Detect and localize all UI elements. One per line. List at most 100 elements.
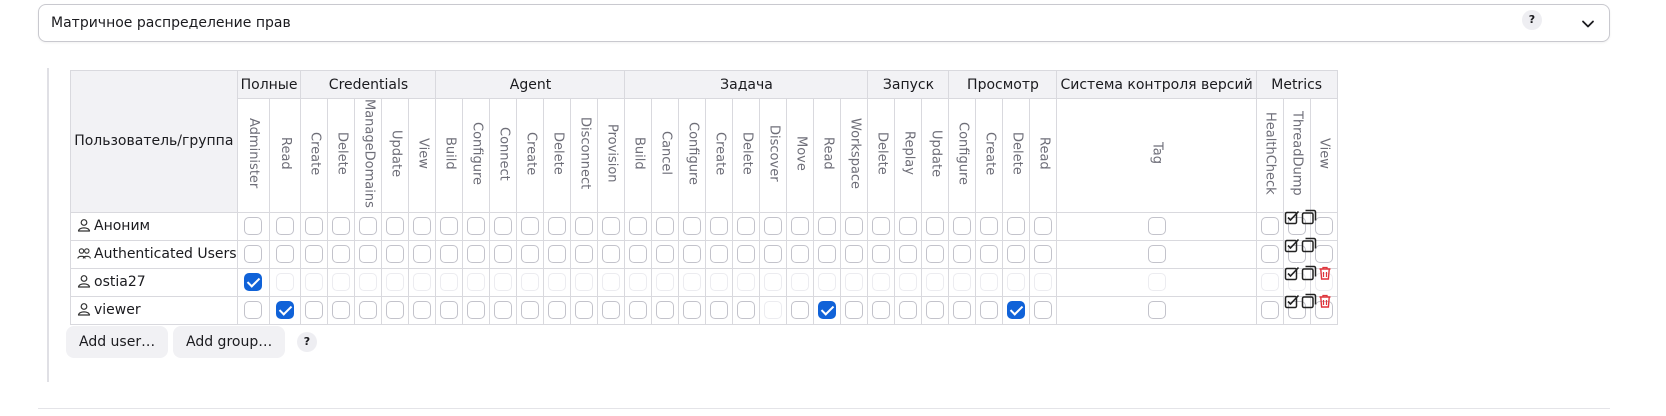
permission-checkbox[interactable] (575, 217, 594, 236)
permission-checkbox[interactable] (575, 301, 594, 320)
permission-checkbox[interactable] (467, 273, 486, 292)
permission-checkbox[interactable] (818, 245, 837, 264)
unselect-all-icon[interactable] (1301, 265, 1317, 281)
permission-checkbox[interactable] (953, 245, 972, 264)
permission-checkbox[interactable] (1007, 301, 1026, 320)
permission-checkbox[interactable] (629, 301, 648, 320)
permission-checkbox[interactable] (899, 301, 918, 320)
select-all-icon[interactable] (1284, 209, 1300, 225)
permission-checkbox[interactable] (521, 245, 540, 264)
permission-checkbox[interactable] (953, 301, 972, 320)
permission-checkbox[interactable] (980, 217, 999, 236)
select-all-icon[interactable] (1284, 293, 1300, 309)
permission-checkbox[interactable] (602, 217, 621, 236)
permission-checkbox[interactable] (953, 273, 972, 292)
add-group-button[interactable]: Add group… (173, 326, 286, 358)
permission-checkbox[interactable] (467, 217, 486, 236)
permission-checkbox[interactable] (656, 245, 675, 264)
select-all-icon[interactable] (1284, 265, 1300, 281)
permission-checkbox[interactable] (1147, 245, 1166, 264)
permission-checkbox[interactable] (1260, 301, 1279, 320)
permission-checkbox[interactable] (710, 245, 729, 264)
permission-checkbox[interactable] (548, 245, 567, 264)
permission-checkbox[interactable] (359, 273, 378, 292)
permission-checkbox[interactable] (1260, 217, 1279, 236)
permission-checkbox[interactable] (305, 245, 324, 264)
permission-checkbox[interactable] (575, 273, 594, 292)
permission-checkbox[interactable] (737, 245, 756, 264)
permission-checkbox[interactable] (244, 245, 263, 264)
permission-checkbox[interactable] (386, 217, 405, 236)
permission-checkbox[interactable] (305, 217, 324, 236)
permission-checkbox[interactable] (818, 301, 837, 320)
permission-checkbox[interactable] (683, 273, 702, 292)
permission-checkbox[interactable] (1260, 273, 1279, 292)
permission-checkbox[interactable] (872, 245, 891, 264)
unselect-all-icon[interactable] (1301, 293, 1317, 309)
permission-checkbox[interactable] (683, 245, 702, 264)
permission-checkbox[interactable] (1034, 245, 1053, 264)
permission-checkbox[interactable] (494, 217, 513, 236)
permission-checkbox[interactable] (440, 217, 459, 236)
permission-checkbox[interactable] (872, 301, 891, 320)
permission-checkbox[interactable] (359, 301, 378, 320)
permission-checkbox[interactable] (845, 273, 864, 292)
permission-checkbox[interactable] (845, 301, 864, 320)
permission-checkbox[interactable] (413, 217, 432, 236)
permission-checkbox[interactable] (521, 273, 540, 292)
unselect-all-icon[interactable] (1301, 209, 1317, 225)
permission-checkbox[interactable] (467, 301, 486, 320)
permission-checkbox[interactable] (710, 301, 729, 320)
permission-checkbox[interactable] (332, 245, 351, 264)
permission-checkbox[interactable] (710, 217, 729, 236)
permission-checkbox[interactable] (276, 301, 295, 320)
permission-checkbox[interactable] (926, 217, 945, 236)
permission-checkbox[interactable] (1260, 245, 1279, 264)
permission-checkbox[interactable] (818, 217, 837, 236)
delete-icon[interactable] (1318, 266, 1332, 280)
permission-checkbox[interactable] (737, 273, 756, 292)
permission-checkbox[interactable] (1147, 273, 1166, 292)
select-all-icon[interactable] (1284, 237, 1300, 253)
permission-checkbox[interactable] (440, 273, 459, 292)
permission-checkbox[interactable] (467, 245, 486, 264)
permission-checkbox[interactable] (845, 245, 864, 264)
permission-checkbox[interactable] (872, 217, 891, 236)
permission-checkbox[interactable] (791, 301, 810, 320)
permission-checkbox[interactable] (332, 273, 351, 292)
permission-checkbox[interactable] (764, 273, 783, 292)
permission-checkbox[interactable] (1034, 273, 1053, 292)
permission-checkbox[interactable] (710, 273, 729, 292)
permission-checkbox[interactable] (791, 273, 810, 292)
permission-checkbox[interactable] (548, 273, 567, 292)
permission-checkbox[interactable] (548, 301, 567, 320)
permission-checkbox[interactable] (683, 217, 702, 236)
permission-checkbox[interactable] (899, 217, 918, 236)
permission-checkbox[interactable] (872, 273, 891, 292)
add-user-button[interactable]: Add user… (66, 326, 169, 358)
permission-checkbox[interactable] (276, 245, 295, 264)
permission-checkbox[interactable] (602, 301, 621, 320)
permission-checkbox[interactable] (764, 301, 783, 320)
permission-checkbox[interactable] (1007, 217, 1026, 236)
permission-checkbox[interactable] (737, 301, 756, 320)
permission-checkbox[interactable] (1147, 217, 1166, 236)
permission-checkbox[interactable] (1007, 245, 1026, 264)
permission-checkbox[interactable] (629, 245, 648, 264)
permission-checkbox[interactable] (305, 301, 324, 320)
permission-checkbox[interactable] (575, 245, 594, 264)
permission-checkbox[interactable] (494, 301, 513, 320)
permission-checkbox[interactable] (764, 217, 783, 236)
permission-checkbox[interactable] (791, 217, 810, 236)
delete-icon[interactable] (1318, 294, 1332, 308)
authorization-strategy-select[interactable]: Матричное распределение прав (38, 4, 1610, 42)
permission-checkbox[interactable] (521, 301, 540, 320)
permission-checkbox[interactable] (737, 217, 756, 236)
permission-checkbox[interactable] (656, 217, 675, 236)
permission-checkbox[interactable] (440, 245, 459, 264)
permission-checkbox[interactable] (386, 301, 405, 320)
permission-checkbox[interactable] (602, 273, 621, 292)
permission-checkbox[interactable] (494, 245, 513, 264)
permission-checkbox[interactable] (276, 273, 295, 292)
permission-checkbox[interactable] (386, 245, 405, 264)
